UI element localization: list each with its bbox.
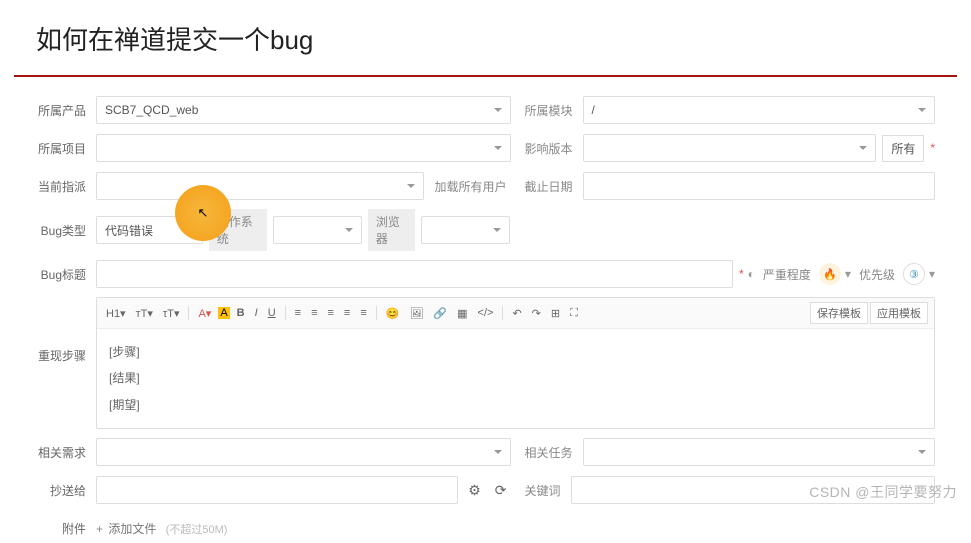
watermark: CSDN @王同学要努力 [809, 482, 957, 502]
bug-form: 所属产品 SCB7_QCD_web 所属模块 / 所属项目 影响版本 所有 * [0, 77, 971, 543]
tb-bgcolor[interactable]: A [218, 307, 229, 319]
os-select[interactable] [273, 216, 362, 244]
tb-image[interactable]: 🖼 [406, 305, 426, 322]
label-keywords: 关键词 [521, 482, 565, 499]
project-select[interactable] [96, 134, 511, 162]
tb-italic[interactable]: I [252, 305, 261, 321]
add-file-label: 添加文件 [108, 522, 156, 536]
label-severity: 严重程度 [759, 266, 815, 283]
priority-badge[interactable]: ③ [903, 263, 925, 285]
related-task-select[interactable] [583, 438, 935, 466]
label-attachment: 附件 [36, 520, 96, 537]
tb-link[interactable]: 🔗 [430, 305, 450, 322]
version-select[interactable] [583, 134, 877, 162]
assignee-select[interactable] [96, 172, 424, 200]
mailto-input[interactable] [96, 476, 458, 504]
module-value: / [592, 103, 595, 117]
tb-ol[interactable]: ≡ [341, 305, 353, 321]
module-select[interactable]: / [583, 96, 935, 124]
page-title: 如何在禅道提交一个bug [0, 0, 971, 75]
tb-bold[interactable]: B [234, 305, 248, 321]
label-mailto: 抄送给 [36, 482, 96, 499]
tb-table[interactable]: ▦ [454, 305, 470, 322]
all-button[interactable]: 所有 [882, 135, 924, 162]
tb-heading[interactable]: H1▾ [103, 305, 129, 322]
bugtitle-input[interactable] [96, 260, 733, 288]
attach-hint: (不超过50M) [166, 524, 228, 536]
chevron-down-icon-2[interactable]: ▾ [929, 267, 935, 281]
label-priority: 优先级 [855, 266, 899, 283]
label-deadline: 截止日期 [521, 178, 577, 195]
editor-body[interactable]: [步骤] [结果] [期望] [97, 329, 934, 428]
refresh-icon[interactable]: ⟳ [491, 482, 511, 499]
cursor-icon: ↖ [198, 205, 209, 221]
label-assignee: 当前指派 [36, 178, 96, 195]
label-module: 所属模块 [521, 102, 577, 119]
browser-select[interactable] [421, 216, 510, 244]
tb-ul[interactable]: ≡ [357, 305, 369, 321]
tb-align-left[interactable]: ≡ [292, 305, 304, 321]
tb-fullscreen[interactable]: ⛶ [567, 305, 581, 322]
tb-underline[interactable]: U [265, 305, 279, 321]
severity-badge[interactable]: 🔥 [819, 263, 841, 285]
tb-fontcolor[interactable]: A▾ [195, 305, 214, 322]
label-bugtitle: Bug标题 [36, 266, 96, 283]
result-placeholder: [结果] [109, 365, 922, 391]
product-value: SCB7_QCD_web [105, 103, 198, 117]
label-steps: 重现步骤 [36, 297, 96, 364]
chevron-down-icon[interactable]: ▾ [845, 267, 851, 281]
label-browser: 浏览器 [368, 209, 415, 251]
apply-template-button[interactable]: 应用模板 [870, 302, 928, 324]
gear-icon[interactable]: ⚙ [464, 482, 485, 499]
plus-icon: + [96, 522, 103, 536]
label-related-task: 相关任务 [521, 444, 577, 461]
save-template-button[interactable]: 保存模板 [810, 302, 868, 324]
required-star: * [930, 141, 935, 155]
color-icon[interactable]: ◐ [748, 267, 755, 281]
load-all-users[interactable]: 加载所有用户 [430, 178, 510, 195]
tb-anchor[interactable]: ⊞ [548, 305, 563, 322]
tb-emoji[interactable]: 😊 [383, 305, 403, 322]
cursor-highlight: ↖ [175, 185, 231, 241]
tb-fontsize-minus[interactable]: ᴛT▾ [133, 305, 156, 322]
label-related-story: 相关需求 [36, 444, 96, 461]
required-star-title: * [739, 267, 744, 281]
tb-code[interactable]: </> [475, 305, 497, 321]
editor-toolbar: H1▾ ᴛT▾ τT▾ A▾ A B I U ≡ ≡ ≡ ≡ ≡ 😊 🖼 🔗 ▦ [97, 298, 934, 329]
tb-align-center[interactable]: ≡ [308, 305, 320, 321]
related-story-select[interactable] [96, 438, 511, 466]
editor: H1▾ ᴛT▾ τT▾ A▾ A B I U ≡ ≡ ≡ ≡ ≡ 😊 🖼 🔗 ▦ [96, 297, 935, 429]
tb-align-right[interactable]: ≡ [324, 305, 336, 321]
expect-placeholder: [期望] [109, 392, 922, 418]
label-version: 影响版本 [521, 140, 577, 157]
tb-undo[interactable]: ↶ [509, 305, 524, 322]
label-bugtype: Bug类型 [36, 222, 96, 239]
add-attachment[interactable]: + 添加文件 (不超过50M) [96, 520, 227, 537]
product-select[interactable]: SCB7_QCD_web [96, 96, 511, 124]
tb-redo[interactable]: ↷ [529, 305, 544, 322]
tb-fontsize-plus[interactable]: τT▾ [160, 305, 183, 322]
label-product: 所属产品 [36, 102, 96, 119]
deadline-input[interactable] [583, 172, 935, 200]
step-placeholder: [步骤] [109, 339, 922, 365]
bugtype-value: 代码错误 [105, 222, 153, 239]
label-project: 所属项目 [36, 140, 96, 157]
